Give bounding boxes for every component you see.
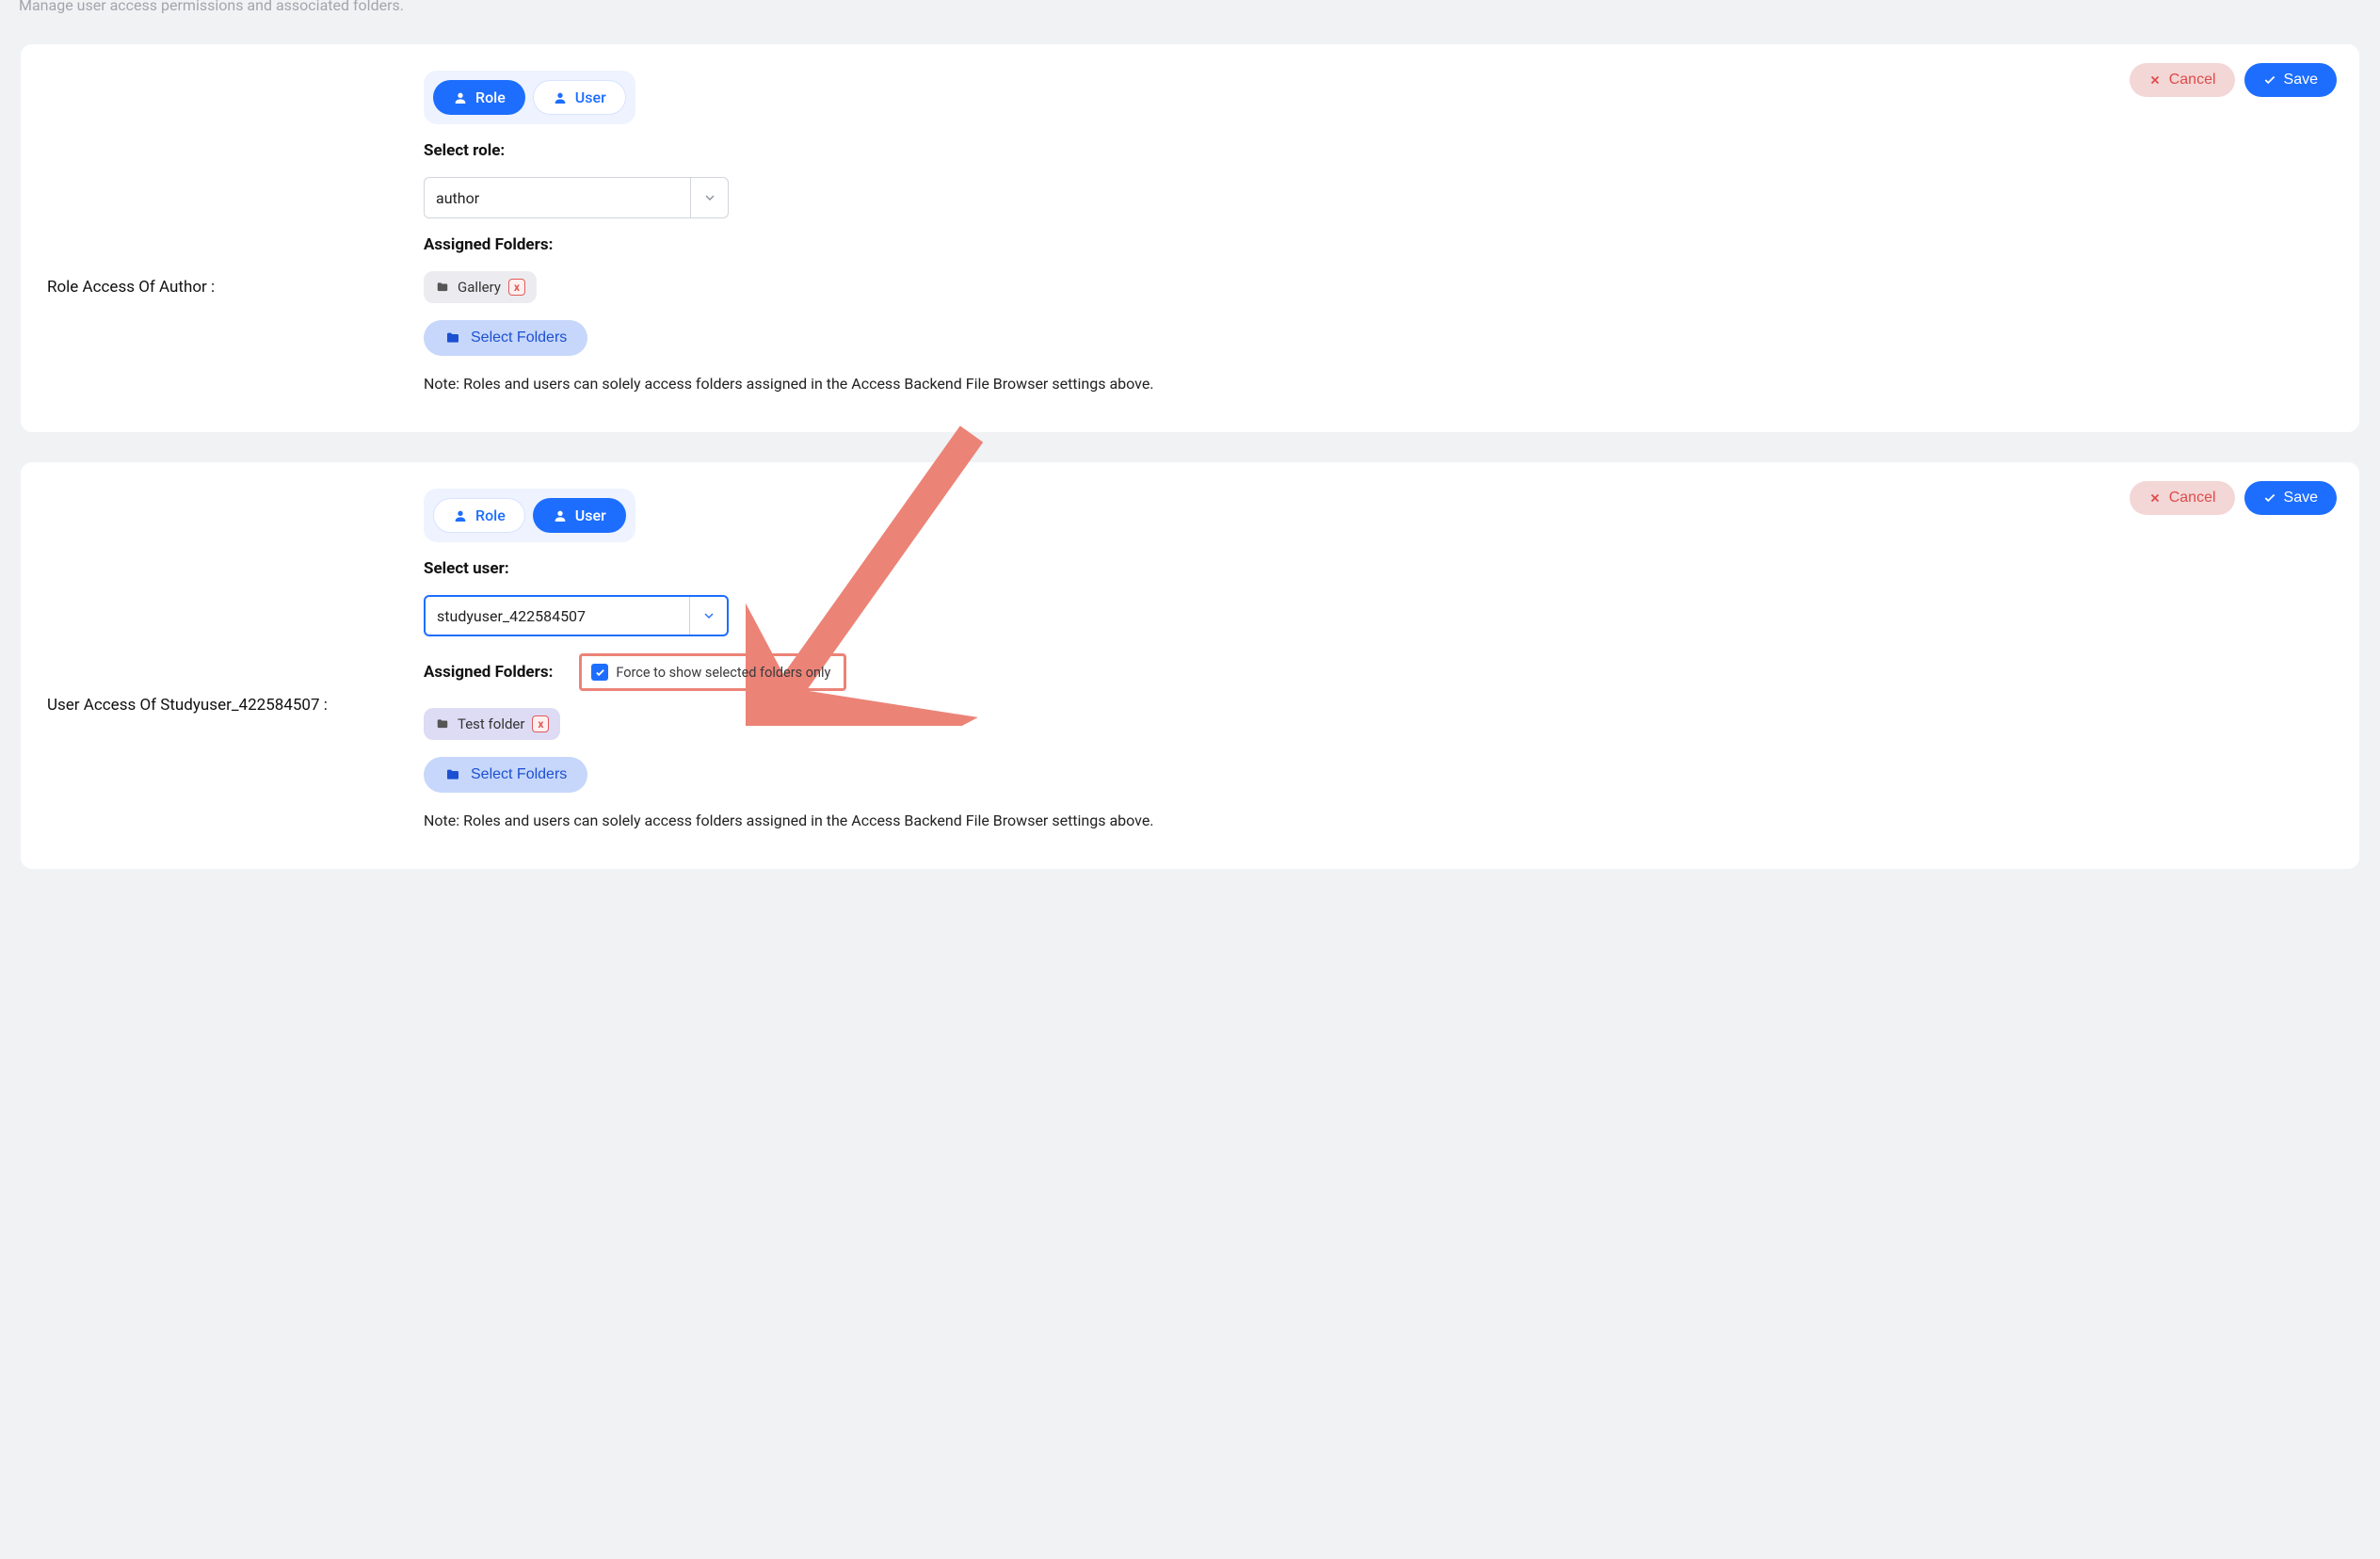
person-icon [453, 90, 468, 105]
tab-user[interactable]: User [533, 80, 626, 115]
remove-folder-button[interactable]: x [532, 715, 549, 732]
card-title: Role Access Of Author : [47, 71, 405, 297]
person-icon [553, 90, 568, 105]
role-user-toggle: Role User [424, 489, 635, 542]
folder-icon [435, 281, 450, 294]
note-text: Note: Roles and users can solely access … [424, 812, 2333, 829]
chevron-down-icon [689, 597, 727, 635]
folder-icon [444, 330, 461, 346]
tab-user-label: User [575, 506, 606, 524]
tab-user[interactable]: User [533, 498, 626, 533]
select-folders-label: Select Folders [471, 329, 567, 346]
folder-icon [444, 767, 461, 782]
folder-icon [435, 717, 450, 731]
check-icon [2263, 491, 2276, 505]
tab-role-label: Role [475, 506, 506, 524]
select-folders-label: Select Folders [471, 766, 567, 783]
assigned-folders-label: Assigned Folders: [424, 663, 553, 682]
force-show-highlight: Force to show selected folders only [579, 653, 846, 691]
tab-user-label: User [575, 88, 606, 106]
force-show-label: Force to show selected folders only [616, 665, 830, 681]
note-text: Note: Roles and users can solely access … [424, 375, 2333, 393]
assigned-folders-list: Test folder x [424, 708, 2333, 740]
close-icon [2148, 73, 2162, 87]
folder-chip-label: Gallery [458, 279, 501, 296]
role-select[interactable]: author [424, 177, 729, 218]
folder-chip: Gallery x [424, 271, 537, 303]
chevron-down-icon [690, 178, 728, 217]
tab-role-label: Role [475, 88, 506, 106]
tab-role[interactable]: Role [433, 80, 525, 115]
assigned-folders-label: Assigned Folders: [424, 235, 2333, 254]
role-access-card: Cancel Save Role Access Of Author : Role [21, 44, 2359, 432]
remove-folder-button[interactable]: x [508, 279, 525, 296]
save-button[interactable]: Save [2244, 481, 2337, 515]
close-icon [2148, 491, 2162, 505]
folder-chip: Test folder x [424, 708, 560, 740]
assigned-folders-list: Gallery x [424, 271, 2333, 303]
user-access-card: Cancel Save User Access Of Studyuser_422… [21, 462, 2359, 869]
save-label: Save [2284, 72, 2318, 88]
select-folders-button[interactable]: Select Folders [424, 320, 587, 356]
folder-chip-label: Test folder [458, 715, 524, 732]
select-folders-button[interactable]: Select Folders [424, 757, 587, 793]
select-user-label: Select user: [424, 559, 2333, 578]
card-title: User Access Of Studyuser_422584507 : [47, 489, 405, 715]
cancel-label: Cancel [2169, 72, 2216, 88]
force-show-checkbox[interactable] [591, 664, 608, 681]
role-user-toggle: Role User [424, 71, 635, 124]
save-button[interactable]: Save [2244, 63, 2337, 97]
save-label: Save [2284, 490, 2318, 506]
person-icon [453, 508, 468, 523]
user-select[interactable]: studyuser_422584507 [424, 595, 729, 636]
cancel-label: Cancel [2169, 490, 2216, 506]
tab-role[interactable]: Role [433, 498, 525, 533]
page-description: Manage user access permissions and assoc… [11, 0, 2369, 33]
check-icon [2263, 73, 2276, 87]
role-select-value: author [425, 189, 690, 207]
select-role-label: Select role: [424, 141, 2333, 160]
cancel-button[interactable]: Cancel [2130, 481, 2235, 515]
cancel-button[interactable]: Cancel [2130, 63, 2235, 97]
user-select-value: studyuser_422584507 [426, 607, 689, 625]
person-icon [553, 508, 568, 523]
